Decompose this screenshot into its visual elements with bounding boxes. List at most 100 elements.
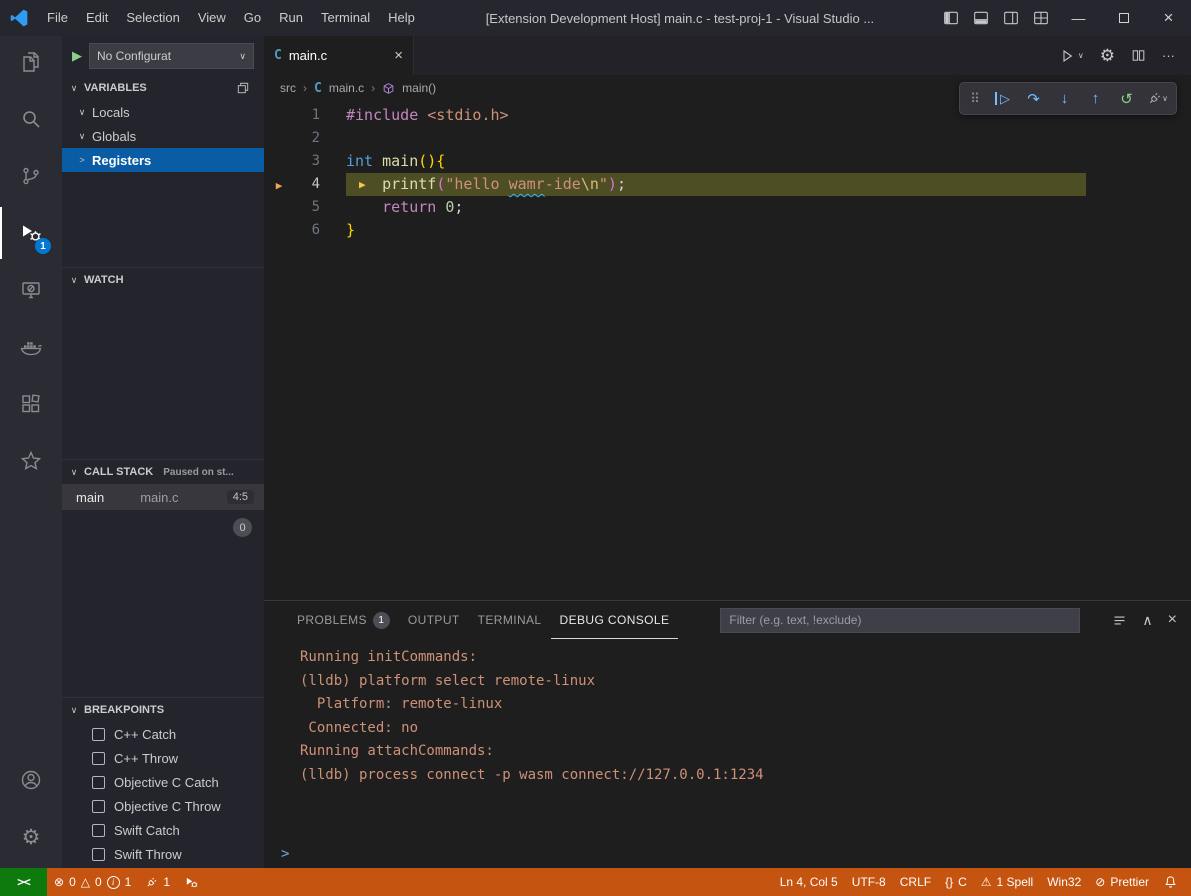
call-stack-header[interactable]: ∨ CALL STACK Paused on st...	[62, 460, 264, 484]
panel-tab-output[interactable]: OUTPUT	[399, 601, 469, 639]
code-line[interactable]: 5 return 0;	[264, 196, 1191, 219]
variables-item-registers[interactable]: > Registers	[62, 148, 264, 172]
activity-run-debug[interactable]: 1	[0, 207, 62, 259]
breakpoint-row[interactable]: C++ Throw	[62, 746, 264, 770]
step-over-button[interactable]: ↷	[1019, 85, 1048, 112]
console-filter-input[interactable]	[720, 608, 1080, 633]
code-line[interactable]: 2	[264, 127, 1191, 150]
toggle-panel-button[interactable]	[966, 0, 996, 36]
code-text[interactable]: return 0;	[346, 196, 463, 219]
problems-status[interactable]: ⊗ 0 △ 0 i 1	[47, 868, 138, 896]
close-panel-button[interactable]: ×	[1168, 611, 1177, 629]
debug-play-icon	[184, 875, 199, 890]
menu-selection[interactable]: Selection	[117, 0, 188, 36]
breakpoint-checkbox[interactable]	[92, 824, 105, 837]
variables-header[interactable]: ∨ VARIABLES	[62, 76, 264, 100]
variables-item-locals[interactable]: ∨ Locals	[62, 100, 264, 124]
breakpoint-gutter[interactable]: ▶	[264, 173, 294, 197]
code-text[interactable]: ▶ printf("hello wamr-ide\n");	[346, 173, 1086, 196]
breakpoint-row[interactable]: C++ Catch	[62, 722, 264, 746]
debug-console-output[interactable]: Running initCommands:(lldb) platform sel…	[264, 639, 1191, 840]
cursor-position[interactable]: Ln 4, Col 5	[773, 868, 845, 896]
activity-favorites[interactable]	[0, 435, 62, 487]
breadcrumb-symbol[interactable]: main()	[402, 81, 436, 95]
toggle-primary-sidebar-button[interactable]	[936, 0, 966, 36]
minimize-button[interactable]: —	[1056, 0, 1101, 36]
toggle-secondary-sidebar-button[interactable]	[996, 0, 1026, 36]
activity-source-control[interactable]	[0, 150, 62, 202]
settings-button[interactable]: ⚙	[0, 811, 62, 863]
close-tab-icon[interactable]: ×	[394, 47, 403, 64]
remote-indicator[interactable]: ><	[0, 868, 47, 896]
menu-terminal[interactable]: Terminal	[312, 0, 379, 36]
close-button[interactable]: ×	[1146, 0, 1191, 36]
run-or-debug-button[interactable]: ∨	[1060, 48, 1084, 64]
breakpoint-checkbox[interactable]	[92, 848, 105, 861]
step-out-button[interactable]: ↑	[1081, 85, 1110, 112]
activity-extensions[interactable]	[0, 378, 62, 430]
code-text[interactable]: int main(){	[346, 150, 445, 173]
step-into-button[interactable]: ↓	[1050, 85, 1079, 112]
menu-go[interactable]: Go	[235, 0, 270, 36]
breadcrumb-folder[interactable]: src	[280, 81, 296, 95]
breakpoint-row[interactable]: Swift Catch	[62, 818, 264, 842]
activity-search[interactable]	[0, 93, 62, 145]
language-indicator[interactable]: {} C	[938, 868, 974, 896]
maximize-panel-button[interactable]: ∧	[1142, 612, 1152, 629]
platform-indicator[interactable]: Win32	[1040, 868, 1088, 896]
split-editor-button[interactable]	[1131, 48, 1146, 63]
language-text: C	[958, 875, 967, 889]
code-line[interactable]: ▶4▶ printf("hello wamr-ide\n");	[264, 173, 1191, 196]
breakpoint-checkbox[interactable]	[92, 728, 105, 741]
activity-remote-explorer[interactable]	[0, 264, 62, 316]
menu-edit[interactable]: Edit	[77, 0, 117, 36]
more-actions-button[interactable]: ···	[1162, 48, 1175, 63]
customize-layout-button[interactable]	[1026, 0, 1056, 36]
breadcrumb-file[interactable]: main.c	[329, 81, 364, 95]
panel-tab-debug-console[interactable]: DEBUG CONSOLE	[551, 601, 679, 639]
breakpoint-row[interactable]: Objective C Throw	[62, 794, 264, 818]
menu-file[interactable]: File	[38, 0, 77, 36]
menu-run[interactable]: Run	[270, 0, 312, 36]
debug-configuration-dropdown[interactable]: No Configurat ∨	[89, 43, 254, 69]
breakpoint-checkbox[interactable]	[92, 800, 105, 813]
start-debugging-icon[interactable]: ▶	[72, 48, 82, 64]
activity-explorer[interactable]	[0, 36, 62, 88]
spell-checker-status[interactable]: ⚠ 1 Spell	[974, 868, 1040, 896]
debug-status[interactable]	[177, 868, 206, 896]
stack-frame-row[interactable]: main main.c 4:5	[62, 484, 264, 510]
panel-tab-terminal[interactable]: TERMINAL	[469, 601, 551, 639]
console-options-button[interactable]	[1112, 613, 1127, 628]
breakpoint-checkbox[interactable]	[92, 752, 105, 765]
code-editor[interactable]: 1#include <stdio.h>23int main(){▶4▶ prin…	[264, 101, 1191, 600]
notifications-button[interactable]	[1156, 868, 1185, 896]
eol-indicator[interactable]: CRLF	[893, 868, 938, 896]
menu-help[interactable]: Help	[379, 0, 424, 36]
continue-button[interactable]: ▷	[988, 85, 1017, 112]
tab-main-c[interactable]: C main.c ×	[264, 36, 414, 75]
debug-console-input[interactable]: >	[264, 840, 1191, 868]
code-line[interactable]: 3int main(){	[264, 150, 1191, 173]
restart-button[interactable]: ↺	[1112, 85, 1141, 112]
breakpoint-row[interactable]: Objective C Catch	[62, 770, 264, 794]
disconnect-button[interactable]: ∨	[1143, 85, 1172, 112]
activity-docker[interactable]	[0, 321, 62, 373]
breakpoints-header[interactable]: ∨ BREAKPOINTS	[62, 698, 264, 722]
maximize-button[interactable]	[1101, 0, 1146, 36]
panel-tab-problems[interactable]: PROBLEMS 1	[288, 601, 399, 639]
editor-settings-button[interactable]: ⚙	[1100, 46, 1115, 66]
variables-view-action-button[interactable]	[236, 81, 250, 95]
watch-header[interactable]: ∨ WATCH	[62, 268, 264, 292]
formatter-indicator[interactable]: ⊘ Prettier	[1088, 868, 1156, 896]
variables-item-globals[interactable]: ∨ Globals	[62, 124, 264, 148]
account-button[interactable]	[0, 754, 62, 806]
menu-view[interactable]: View	[189, 0, 235, 36]
ports-status[interactable]: 1	[138, 868, 177, 896]
breakpoint-row[interactable]: Swift Throw	[62, 842, 264, 866]
encoding-indicator[interactable]: UTF-8	[845, 868, 893, 896]
breakpoint-checkbox[interactable]	[92, 776, 105, 789]
code-text[interactable]: }	[346, 219, 355, 242]
toolbar-drag-handle[interactable]: ⠿	[964, 85, 986, 112]
code-text[interactable]: #include <stdio.h>	[346, 104, 509, 127]
code-line[interactable]: 6}	[264, 219, 1191, 242]
